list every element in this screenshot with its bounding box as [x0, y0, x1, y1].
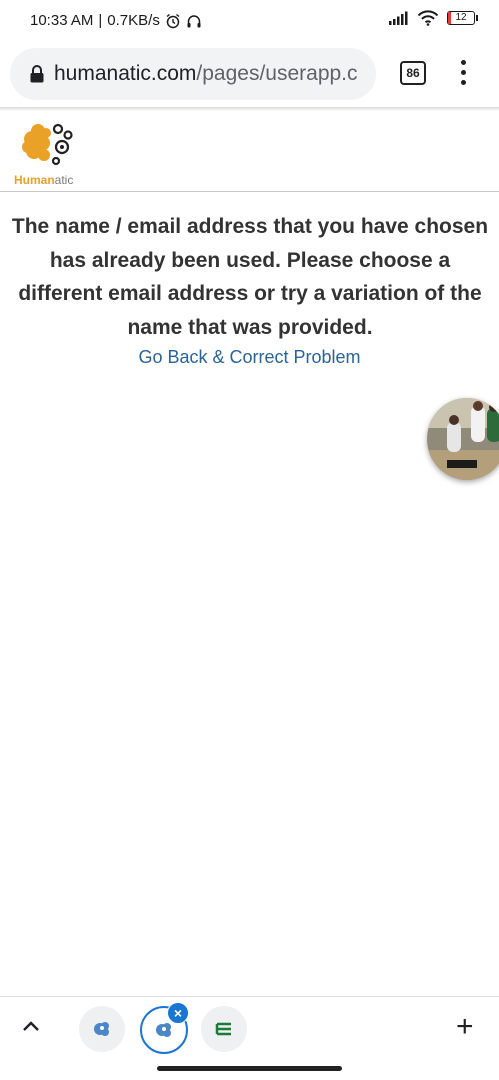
menu-dot: [460, 60, 466, 65]
error-message: The name / email address that you have c…: [11, 215, 489, 339]
url-text: humanatic.com/pages/userapp.c: [54, 62, 358, 86]
url-path: /pages/userapp.c: [196, 62, 358, 85]
address-bar[interactable]: humanatic.com/pages/userapp.c: [10, 48, 376, 100]
battery-level-text: 12: [455, 12, 467, 23]
humanatic-logo[interactable]: Humanatic: [6, 117, 76, 189]
wifi-icon: [417, 10, 439, 26]
tab-thumbnail[interactable]: [201, 1006, 247, 1052]
menu-dot: [460, 80, 466, 85]
bottom-divider: [0, 996, 499, 997]
lock-icon: [30, 65, 44, 83]
brain-gears-icon: [22, 123, 73, 166]
go-back-link[interactable]: Go Back & Correct Problem: [0, 347, 499, 368]
status-right: 12: [389, 10, 478, 26]
bottom-tab-bar: × +: [0, 996, 499, 1080]
battery-icon: 12: [447, 11, 478, 25]
headphones-icon: [187, 14, 201, 27]
new-tab-button[interactable]: +: [456, 1012, 474, 1042]
logo-text-atic: atic: [54, 173, 74, 187]
logo-text-human: Human: [14, 173, 55, 187]
green-lines-favicon-icon: [215, 1022, 231, 1036]
tab-switcher-button[interactable]: 86: [400, 61, 426, 85]
menu-dot: [460, 70, 466, 75]
brain-favicon-icon: [94, 1022, 109, 1036]
tab-thumbnail[interactable]: [79, 1006, 125, 1052]
close-tab-icon[interactable]: ×: [167, 1002, 189, 1024]
overflow-menu-icon[interactable]: [458, 60, 468, 86]
chevron-up-icon[interactable]: [20, 1018, 42, 1034]
floating-video-bubble[interactable]: [427, 398, 499, 480]
browser-toolbar: humanatic.com/pages/userapp.c 86: [0, 44, 499, 108]
status-net-speed: 0.7KB/s: [107, 12, 160, 29]
alarm-icon: [166, 13, 180, 28]
status-left: 10:33 AM | 0.7KB/s: [30, 12, 202, 29]
status-bar: 10:33 AM | 0.7KB/s 12: [0, 0, 499, 44]
signal-icon: [389, 11, 408, 25]
logo-wordmark: Humanatic: [14, 173, 73, 187]
site-header: Humanatic: [0, 111, 499, 192]
video-thumbnail-image: [427, 398, 499, 480]
status-separator: |: [98, 12, 103, 29]
home-indicator[interactable]: [157, 1066, 342, 1071]
url-domain: humanatic.com: [54, 62, 197, 85]
status-time: 10:33 AM: [30, 12, 94, 29]
battery-fill: [448, 12, 451, 24]
